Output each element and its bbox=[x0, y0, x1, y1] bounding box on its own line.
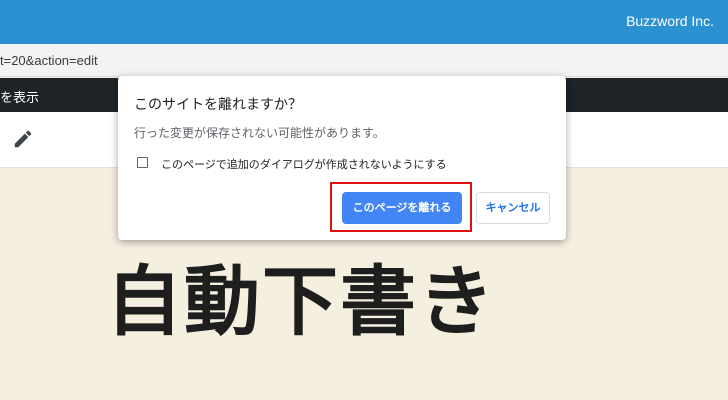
admin-toolbar-label[interactable]: を表示 bbox=[0, 87, 39, 106]
site-header-bar: Buzzword Inc. bbox=[0, 0, 728, 44]
dialog-title: このサイトを離れますか？ bbox=[134, 97, 302, 113]
suppress-dialogs-checkbox[interactable] bbox=[137, 157, 148, 168]
address-bar[interactable]: t=20&action=edit bbox=[0, 44, 728, 77]
pencil-icon[interactable] bbox=[12, 128, 34, 150]
brand-name[interactable]: Buzzword Inc. bbox=[626, 13, 714, 29]
dialog-message: 行った変更が保存されない可能性があります。 bbox=[134, 126, 385, 140]
suppress-dialogs-label[interactable]: このページで追加のダイアログが作成されないようにする bbox=[161, 156, 447, 172]
post-title[interactable]: 自動下書き bbox=[106, 240, 496, 350]
url-text[interactable]: t=20&action=edit bbox=[0, 53, 98, 68]
highlight-box bbox=[330, 182, 472, 232]
cancel-button[interactable]: キャンセル bbox=[476, 192, 550, 224]
